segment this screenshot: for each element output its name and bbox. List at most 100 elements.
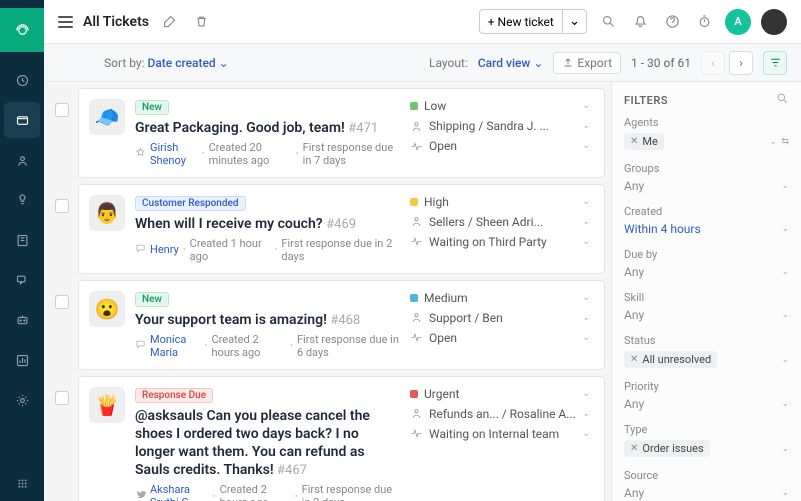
rail-solutions-icon[interactable] bbox=[4, 182, 40, 218]
rail-analytics-icon[interactable] bbox=[4, 342, 40, 378]
source-icon bbox=[135, 243, 146, 257]
filter-agents: Agents✕Me⌄ ⇆ bbox=[624, 116, 789, 150]
filter-skill: SkillAny⌄ bbox=[624, 291, 789, 322]
ticket-avatar: 👨 bbox=[89, 195, 125, 231]
filter-search-icon[interactable] bbox=[776, 92, 789, 108]
ticket-badge: Customer Responded bbox=[135, 196, 246, 211]
filter-groups: GroupsAny⌄ bbox=[624, 162, 789, 193]
main-area: All Tickets + New ticket ⌄ A Sort by: Da… bbox=[44, 0, 801, 501]
pager: ‹ › bbox=[701, 51, 753, 75]
status-row[interactable]: Waiting on Internal team⌄ bbox=[410, 427, 590, 441]
ticket-card[interactable]: 👨 Customer Responded When will I receive m… bbox=[78, 184, 605, 274]
content-area: 🧢 New Great Packaging. Good job, team! #47… bbox=[44, 82, 801, 501]
filters-title: FILTERS bbox=[624, 92, 789, 108]
ticket-subject[interactable]: Great Packaging. Good job, team! #471 bbox=[135, 119, 400, 138]
ticket-subject[interactable]: When will I receive my couch? #469 bbox=[135, 215, 400, 234]
source-icon bbox=[135, 339, 146, 353]
ticket-subject[interactable]: Your support team is amazing! #468 bbox=[135, 311, 400, 330]
trash-icon[interactable] bbox=[191, 11, 213, 33]
filter-status-tag[interactable]: ✕All unresolved bbox=[624, 351, 717, 368]
filters-toggle-button[interactable] bbox=[763, 51, 787, 75]
topbar: All Tickets + New ticket ⌄ A bbox=[44, 0, 801, 44]
rail-dashboard-icon[interactable] bbox=[4, 62, 40, 98]
ticket-list: 🧢 New Great Packaging. Good job, team! #47… bbox=[44, 82, 611, 501]
filter-agents-tag[interactable]: ✕Me bbox=[624, 133, 664, 150]
search-icon[interactable] bbox=[597, 11, 619, 33]
edit-icon[interactable] bbox=[159, 11, 181, 33]
assignee-row[interactable]: Support / Ben⌄ bbox=[410, 311, 590, 325]
ticket-author[interactable]: Henry bbox=[150, 243, 179, 256]
ticket-checkbox[interactable] bbox=[55, 199, 69, 213]
assignee-row[interactable]: Shipping / Sandra J. ...⌄ bbox=[410, 119, 590, 133]
new-ticket-dropdown[interactable]: ⌄ bbox=[563, 9, 587, 34]
priority-row[interactable]: Urgent⌄ bbox=[410, 387, 590, 401]
source-icon bbox=[135, 147, 146, 161]
priority-row[interactable]: Medium⌄ bbox=[410, 291, 590, 305]
status-row[interactable]: Open⌄ bbox=[410, 331, 590, 345]
assignee-row[interactable]: Refunds an... / Rosaline A...⌄ bbox=[410, 407, 590, 421]
ticket-card[interactable]: 😮 New Your support team is amazing! #468 M… bbox=[78, 280, 605, 370]
new-ticket-group: + New ticket ⌄ bbox=[479, 9, 587, 34]
ticket-card[interactable]: 🧢 New Great Packaging. Good job, team! #47… bbox=[78, 88, 605, 178]
priority-row[interactable]: High⌄ bbox=[410, 195, 590, 209]
ticket-avatar: 😮 bbox=[89, 291, 125, 327]
ticket-number: #469 bbox=[326, 217, 356, 232]
user-avatar[interactable] bbox=[761, 9, 787, 35]
status-row[interactable]: Waiting on Third Party⌄ bbox=[410, 235, 590, 249]
ticket-author[interactable]: Monica Maria bbox=[150, 333, 201, 359]
left-rail bbox=[0, 0, 44, 501]
rail-forums-icon[interactable] bbox=[4, 262, 40, 298]
prev-page-button[interactable]: ‹ bbox=[701, 51, 725, 75]
next-page-button[interactable]: › bbox=[729, 51, 753, 75]
ticket-avatar: 🧢 bbox=[89, 99, 125, 135]
menu-icon[interactable] bbox=[58, 16, 73, 28]
ticket-checkbox[interactable] bbox=[55, 295, 69, 309]
priority-row[interactable]: Low⌄ bbox=[410, 99, 590, 113]
rail-kb-icon[interactable] bbox=[4, 222, 40, 258]
ticket-checkbox[interactable] bbox=[55, 103, 69, 117]
page-title: All Tickets bbox=[83, 14, 149, 30]
ticket-meta: Henry · Created 1 hour ago · First respo… bbox=[135, 237, 400, 263]
rail-bot-icon[interactable] bbox=[4, 302, 40, 338]
brand-logo[interactable] bbox=[0, 8, 44, 52]
ticket-badge: New bbox=[135, 292, 169, 307]
filter-dueby: Due byAny⌄ bbox=[624, 248, 789, 279]
ticket-meta: Girish Shenoy · Created 20 minutes ago ·… bbox=[135, 141, 400, 167]
export-button[interactable]: Export bbox=[553, 52, 621, 74]
stopwatch-icon[interactable] bbox=[693, 11, 715, 33]
ticket-author[interactable]: Akshara Sruthi G bbox=[150, 483, 209, 501]
status-row[interactable]: Open⌄ bbox=[410, 139, 590, 153]
pagination-range: 1 - 30 of 61 bbox=[631, 56, 691, 70]
assignee-row[interactable]: Sellers / Sheen Adri...⌄ bbox=[410, 215, 590, 229]
sort-label: Sort by: bbox=[104, 56, 145, 70]
ticket-checkbox[interactable] bbox=[55, 391, 69, 405]
source-icon bbox=[135, 489, 146, 501]
subbar: Sort by: Date created ⌄ Layout: Card vie… bbox=[44, 44, 801, 82]
filter-type-tag[interactable]: ✕Order issues bbox=[624, 440, 710, 457]
ticket-badge: Response Due bbox=[135, 388, 213, 403]
bell-icon[interactable] bbox=[629, 11, 651, 33]
filter-created: CreatedWithin 4 hours⌄ bbox=[624, 205, 789, 236]
filter-status: Status✕All unresolved⌄ bbox=[624, 334, 789, 368]
ticket-number: #471 bbox=[348, 121, 378, 136]
rail-admin-icon[interactable] bbox=[4, 382, 40, 418]
ticket-number: #467 bbox=[277, 463, 307, 478]
rail-apps-icon[interactable] bbox=[4, 465, 40, 501]
ticket-subject[interactable]: @asksauls Can you please cancel the shoe… bbox=[135, 407, 400, 480]
app-root: All Tickets + New ticket ⌄ A Sort by: Da… bbox=[0, 0, 801, 501]
ticket-card[interactable]: 🍟 Response Due @asksauls Can you please ca… bbox=[78, 376, 605, 501]
ticket-meta: Monica Maria · Created 2 hours ago · Fir… bbox=[135, 333, 400, 359]
agent-avatar[interactable]: A bbox=[725, 9, 751, 35]
help-icon[interactable] bbox=[661, 11, 683, 33]
rail-contacts-icon[interactable] bbox=[4, 142, 40, 178]
layout-value[interactable]: Card view ⌄ bbox=[478, 56, 544, 70]
sort-value[interactable]: Date created ⌄ bbox=[147, 56, 228, 70]
new-ticket-button[interactable]: + New ticket bbox=[479, 9, 563, 34]
rail-tickets-icon[interactable] bbox=[4, 102, 40, 138]
filter-type: Type✕Order issues⌄ bbox=[624, 423, 789, 457]
filters-panel: FILTERS Agents✕Me⌄ ⇆ GroupsAny⌄ CreatedW… bbox=[611, 82, 801, 501]
ticket-author[interactable]: Girish Shenoy bbox=[150, 141, 198, 167]
ticket-meta: Akshara Sruthi G · Created 2 hours ago ·… bbox=[135, 483, 400, 501]
ticket-badge: New bbox=[135, 100, 169, 115]
ticket-avatar: 🍟 bbox=[89, 387, 125, 423]
